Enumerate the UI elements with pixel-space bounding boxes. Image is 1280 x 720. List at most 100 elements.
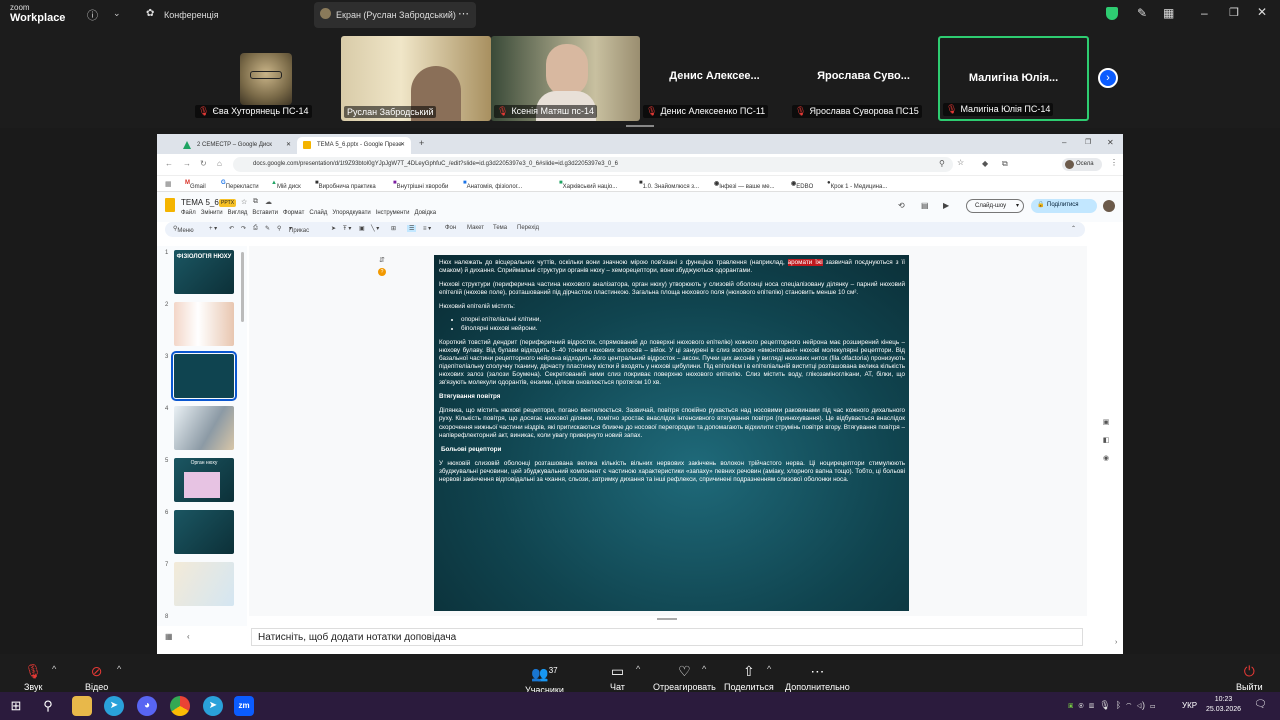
- notifications-icon[interactable]: 🗨: [1254, 699, 1267, 710]
- zoom-app-icon[interactable]: zm: [234, 696, 254, 716]
- filmstrip-scrollbar[interactable]: [241, 252, 244, 322]
- info-icon[interactable]: ⓘ: [87, 7, 98, 23]
- menu-edit[interactable]: Змінити: [201, 210, 223, 216]
- undo-icon[interactable]: ↶: [229, 225, 234, 232]
- bookmark[interactable]: G Перекласти: [221, 180, 259, 190]
- language-indicator[interactable]: УКР: [1182, 701, 1197, 710]
- bookmark[interactable]: ◉ Iнфезі — ваше ме...: [714, 180, 775, 190]
- file-explorer-icon[interactable]: [72, 696, 92, 716]
- text-box-icon[interactable]: Ŧ ▾: [343, 225, 351, 232]
- more-icon[interactable]: ⋯: [458, 7, 469, 20]
- theme-button[interactable]: Тема: [493, 225, 507, 231]
- search-icon[interactable]: ⚲: [38, 696, 58, 716]
- clock[interactable]: 10:23 25.03.2026: [1206, 695, 1241, 715]
- menu-help[interactable]: Довідка: [415, 210, 437, 216]
- video-button[interactable]: ⊘ Відео: [85, 663, 108, 692]
- chrome-icon[interactable]: [170, 696, 190, 716]
- url-input[interactable]: docs.google.com/presentation/d/1t9Z93bto…: [233, 157, 953, 172]
- speaker-notes-icon[interactable]: ⇵: [379, 256, 385, 264]
- bookmark[interactable]: ■ Внутрішні хвороби: [393, 180, 448, 190]
- star-icon[interactable]: ☆: [241, 198, 247, 206]
- document-title[interactable]: ТЕМА 5_6: [181, 198, 219, 207]
- volume-icon[interactable]: ◁): [1137, 700, 1145, 710]
- react-options-caret-icon[interactable]: ^: [702, 664, 706, 674]
- history-icon[interactable]: ⟲: [898, 201, 905, 210]
- line-icon[interactable]: ╲ ▾: [371, 225, 379, 232]
- menu-dots-icon[interactable]: ⋮: [1110, 158, 1118, 167]
- slide-thumbnail[interactable]: ФІЗІОЛОГІЯ НЮХУ: [174, 250, 234, 294]
- windows-start-icon[interactable]: ⊞: [6, 696, 26, 716]
- audio-button[interactable]: 🎙 Звук: [24, 663, 42, 692]
- participant-tile[interactable]: 🎙 Єва Хуторянець ПС-14: [192, 36, 342, 121]
- slides-logo-icon[interactable]: [165, 198, 175, 212]
- forward-icon[interactable]: →: [183, 159, 191, 168]
- next-page-arrow-icon[interactable]: ›: [1098, 68, 1118, 88]
- home-icon[interactable]: ⌂: [217, 159, 222, 168]
- encryption-shield-icon[interactable]: [1106, 7, 1118, 20]
- bookmark[interactable]: ■ Харківський націо...: [559, 180, 617, 190]
- menu-insert[interactable]: Вставити: [252, 210, 278, 216]
- bookmark[interactable]: ◉ EDBO: [791, 180, 813, 190]
- network-icon[interactable]: ▥: [1089, 700, 1094, 710]
- share-button[interactable]: 🔒 Поділитися: [1031, 199, 1097, 213]
- image-icon[interactable]: ▣: [359, 225, 365, 232]
- share-options-caret-icon[interactable]: ^: [767, 664, 771, 674]
- bookmark[interactable]: ▲ Мій диск: [271, 180, 301, 190]
- screen-share-tab[interactable]: Екран (Руслан Забродський) ⋯: [314, 2, 476, 28]
- avatar[interactable]: [1103, 200, 1115, 212]
- speaker-notes[interactable]: Натисніть, щоб додати нотатки доповідача: [251, 628, 1083, 646]
- pen-icon[interactable]: ✎: [1137, 6, 1147, 20]
- close-icon[interactable]: ✕: [1257, 5, 1267, 19]
- slide-text-box[interactable]: Нюх належать до вісцеральних чуттів, оск…: [434, 255, 909, 484]
- chat-options-caret-icon[interactable]: ^: [636, 664, 640, 674]
- transition-button[interactable]: Перехід: [517, 225, 539, 231]
- apps-grid-icon[interactable]: ▦: [165, 180, 172, 188]
- restore-icon[interactable]: ❐: [1229, 6, 1239, 19]
- participant-tile-active[interactable]: Малигіна Юлія... 🎙 Малигіна Юлія ПС-14: [938, 36, 1089, 121]
- collapse-icon[interactable]: ⌃: [1071, 225, 1076, 232]
- tray-icon[interactable]: ▣: [1068, 700, 1073, 710]
- help-icon[interactable]: ?: [378, 268, 386, 276]
- camera-icon[interactable]: ▶: [943, 201, 949, 210]
- comment-add-icon[interactable]: ⊞: [391, 225, 396, 232]
- back-icon[interactable]: ←: [165, 159, 173, 168]
- bookmark[interactable]: ■ Анатомія, фізіолог...: [463, 180, 522, 190]
- menu-view[interactable]: Вигляд: [228, 210, 248, 216]
- participant-tile[interactable]: Ярослава Суво... 🎙 Ярослава Суворова ПС15: [789, 36, 938, 121]
- paint-format-icon[interactable]: ✎: [265, 225, 270, 232]
- close-icon[interactable]: ✕: [1107, 138, 1114, 147]
- collapse-filmstrip-icon[interactable]: ‹: [187, 632, 190, 641]
- zoom-icon[interactable]: ⚲: [277, 225, 281, 232]
- search-menus[interactable]: ⚲ Меню: [173, 225, 194, 234]
- expand-side-panel-icon[interactable]: ›: [1115, 639, 1117, 646]
- extension-icon[interactable]: ◆: [982, 159, 988, 168]
- browser-tab-active[interactable]: ТЕМА 5_6.pptx - Google Презе ✕: [297, 137, 411, 154]
- tasks-icon[interactable]: ◉: [1099, 450, 1113, 468]
- participant-tile[interactable]: 🎙 Ксенія Матяш пс-14: [491, 36, 640, 121]
- battery-icon[interactable]: ▭: [1150, 700, 1155, 710]
- participants-button[interactable]: 👥37 Учасники: [525, 663, 564, 695]
- chat-button[interactable]: ▭ Чат: [610, 663, 625, 692]
- move-icon[interactable]: ⧉: [253, 198, 258, 206]
- minimize-icon[interactable]: –: [1201, 6, 1208, 20]
- wifi-icon[interactable]: ◠: [1126, 700, 1131, 710]
- menu-format[interactable]: Формат: [283, 210, 304, 216]
- slide-canvas[interactable]: Нюх належать до вісцеральних чуттів, оск…: [434, 255, 909, 611]
- align-icon[interactable]: ☰: [407, 225, 417, 232]
- bookmark[interactable]: ■ Виробнича практика: [315, 180, 376, 190]
- profile-button[interactable]: Ocела: [1062, 158, 1102, 171]
- more-button[interactable]: ⋯ Дополнительно: [785, 663, 850, 692]
- chevron-down-icon[interactable]: ⌄: [113, 8, 121, 19]
- calendar-icon[interactable]: ▣: [1099, 414, 1113, 432]
- conference-label[interactable]: Конференція: [164, 10, 219, 20]
- comment-icon[interactable]: ▤: [921, 201, 929, 210]
- line-spacing-icon[interactable]: ≡ ▾: [423, 225, 431, 232]
- reload-icon[interactable]: ↻: [200, 159, 207, 168]
- zoom-icon[interactable]: ⚲: [939, 159, 945, 168]
- telegram-icon[interactable]: ➤: [203, 696, 223, 716]
- participant-tile[interactable]: Денис Алексее... 🎙 Денис Алексеенко ПС-11: [640, 36, 789, 121]
- participant-tile[interactable]: Руслан Забродський: [341, 36, 491, 121]
- leave-button[interactable]: ⏻ Выйти: [1236, 663, 1263, 692]
- bookmark[interactable]: ■ 1.0. Знайомлюся з...: [639, 180, 699, 190]
- audio-options-caret-icon[interactable]: ^: [52, 664, 56, 674]
